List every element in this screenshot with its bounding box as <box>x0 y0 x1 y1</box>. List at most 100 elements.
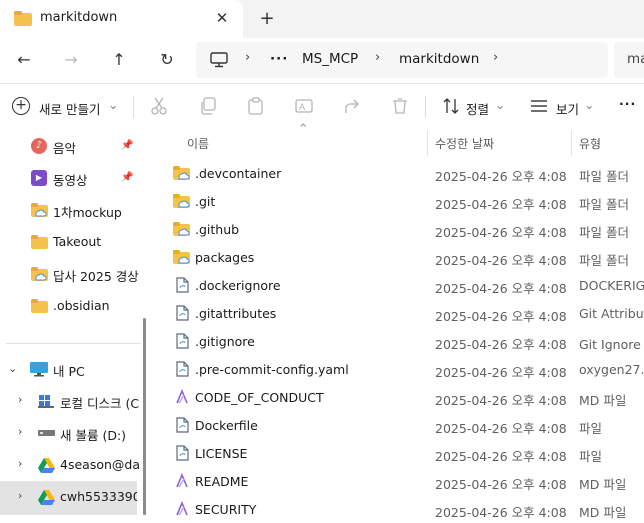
folder-icon <box>173 194 190 208</box>
sidebar-scrollbar[interactable] <box>143 318 146 515</box>
sidebar-item-label: 새 볼륨 (D:) <box>60 428 127 443</box>
file-modified-date: 2025-04-26 오후 4:08 <box>435 449 567 464</box>
share-icon[interactable] <box>343 97 361 115</box>
folder-icon <box>173 222 190 236</box>
sidebar-item-obsidian[interactable]: .obsidian <box>0 293 140 319</box>
chevron-down-icon: ⌄ <box>584 97 595 112</box>
view-button[interactable]: 보기 <box>556 99 579 118</box>
sidebar-item-label: 음악 <box>53 141 77 156</box>
new-button[interactable]: 새로 만들기 <box>39 99 100 118</box>
sidebar-item-drive-c[interactable]: › 로컬 디스크 (C <box>0 388 140 414</box>
sidebar-item-1st-mockup[interactable]: 1차mockup <box>0 197 140 223</box>
chevron-right-icon[interactable]: › <box>18 457 22 470</box>
delete-icon[interactable] <box>391 97 409 115</box>
markdown-file-icon <box>176 473 188 488</box>
file-row[interactable] <box>152 187 644 215</box>
file-modified-date: 2025-04-26 오후 4:08 <box>435 281 567 296</box>
search-placeholder: ma <box>627 51 644 67</box>
view-icon <box>531 100 547 112</box>
file-modified-date: 2025-04-26 오후 4:08 <box>435 169 567 184</box>
chevron-right-icon[interactable]: › <box>18 393 22 406</box>
file-type: MD 파일 <box>579 393 627 408</box>
new-tab-button[interactable]: + <box>256 8 278 30</box>
breadcrumb-more-button[interactable]: ··· <box>270 51 288 67</box>
folder-icon <box>14 11 32 26</box>
sidebar-item-label: Takeout <box>53 234 102 249</box>
file-icon <box>176 445 189 461</box>
sidebar-item-survey-2025[interactable]: 답사 2025 경상 <box>0 261 140 287</box>
chevron-right-icon[interactable]: › <box>18 425 22 438</box>
breadcrumb-separator: › <box>493 50 499 65</box>
sidebar-item-videos[interactable]: ▶ 동영상 📌 <box>0 165 140 191</box>
sidebar-item-label: .obsidian <box>53 298 110 313</box>
up-button[interactable]: ↑ <box>105 48 133 72</box>
file-name: LICENSE <box>195 446 248 461</box>
sidebar-item-label: 로컬 디스크 (C <box>60 396 140 411</box>
file-type: MD 파일 <box>579 477 627 492</box>
file-modified-date: 2025-04-26 오후 4:08 <box>435 337 567 352</box>
chevron-right-icon[interactable]: › <box>18 489 22 502</box>
file-name: .pre-commit-config.yaml <box>195 362 349 377</box>
file-icon <box>176 333 189 349</box>
sidebar-item-label: 내 PC <box>53 364 85 379</box>
sidebar-item-google-drive-2[interactable]: › cwh55333900 <box>0 484 137 510</box>
divider <box>425 96 426 118</box>
sidebar-item-drive-d[interactable]: › 새 볼륨 (D:) <box>0 420 140 446</box>
sidebar-item-label: 1차mockup <box>53 205 122 220</box>
file-type: DOCKERIGN <box>579 278 644 293</box>
file-type: 파일 <box>579 449 603 464</box>
chevron-down-icon[interactable]: ⌄ <box>8 362 17 375</box>
sidebar-item-label: 동영상 <box>53 173 88 188</box>
monitor-icon <box>210 52 228 68</box>
file-name: .dockerignore <box>195 278 281 293</box>
column-header-date[interactable]: 수정한 날짜 <box>435 135 494 152</box>
sidebar-item-takeout[interactable]: Takeout <box>0 229 140 255</box>
column-divider[interactable] <box>571 130 572 156</box>
divider <box>133 96 134 118</box>
file-icon <box>176 277 189 293</box>
back-button[interactable]: ← <box>10 48 38 72</box>
column-header-type[interactable]: 유형 <box>579 135 601 152</box>
markdown-file-icon <box>176 389 188 404</box>
google-drive-icon <box>38 490 55 505</box>
close-tab-button[interactable]: ✕ <box>212 8 232 28</box>
refresh-button[interactable]: ↻ <box>153 48 181 72</box>
rename-icon[interactable]: A <box>295 97 313 115</box>
cut-icon[interactable] <box>150 97 168 115</box>
copy-icon[interactable] <box>199 97 217 115</box>
forward-button[interactable]: → <box>57 48 85 72</box>
sidebar-divider <box>6 343 141 344</box>
file-name: .git <box>195 194 216 209</box>
file-type: 파일 <box>579 421 603 436</box>
tab-title: markitdown <box>40 10 118 25</box>
music-icon: ♪ <box>31 138 47 154</box>
file-type: 파일 폴더 <box>579 253 629 268</box>
more-options-button[interactable]: ··· <box>619 96 636 111</box>
breadcrumb-ms-mcp[interactable]: MS_MCP <box>302 51 358 67</box>
sidebar-item-label: 4season@daej <box>60 457 140 472</box>
folder-icon <box>31 235 48 249</box>
file-name: .gitattributes <box>195 306 277 321</box>
tab-markitdown[interactable] <box>0 0 243 38</box>
paste-icon[interactable] <box>247 97 265 115</box>
sidebar-item-music[interactable]: ♪ 음악 📌 <box>0 133 140 159</box>
file-type: Git Ignore 원 <box>579 337 644 352</box>
sort-button[interactable]: 정렬 <box>466 99 489 118</box>
chevron-down-icon: ⌄ <box>108 97 119 112</box>
breadcrumb-separator: › <box>375 50 381 65</box>
breadcrumb-markitdown[interactable]: markitdown <box>399 51 479 67</box>
folder-icon <box>31 299 48 313</box>
file-modified-date: 2025-04-26 오후 4:08 <box>435 365 567 380</box>
file-modified-date: 2025-04-26 오후 4:08 <box>435 197 567 212</box>
file-modified-date: 2025-04-26 오후 4:08 <box>435 309 567 324</box>
file-modified-date: 2025-04-26 오후 4:08 <box>435 505 567 520</box>
folder-icon <box>31 267 48 281</box>
sidebar-item-google-drive-1[interactable]: › 4season@daej <box>0 452 140 478</box>
column-header-name[interactable]: 이름 <box>187 135 209 152</box>
column-divider[interactable] <box>427 130 428 156</box>
file-name: Dockerfile <box>195 418 258 433</box>
file-modified-date: 2025-04-26 오후 4:08 <box>435 477 567 492</box>
sidebar-item-this-pc[interactable]: ⌄ 내 PC <box>0 356 140 382</box>
file-type: 파일 폴더 <box>579 169 629 184</box>
file-name: .devcontainer <box>195 166 282 181</box>
